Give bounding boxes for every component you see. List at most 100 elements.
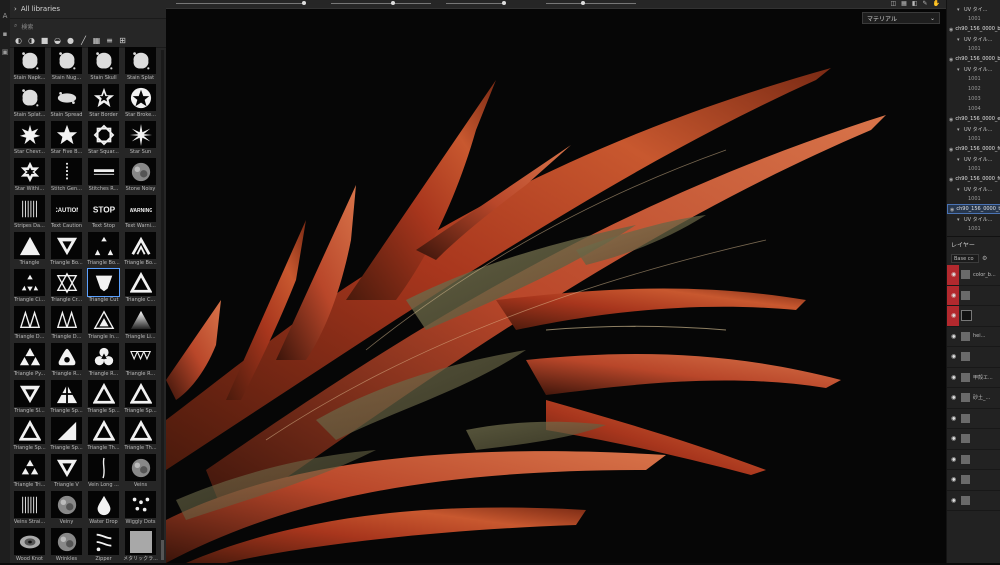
alpha-icon[interactable]: ◐: [14, 36, 23, 45]
shelf-item[interactable]: Veiny: [51, 491, 82, 528]
uv-tile-item[interactable]: 1004: [947, 104, 1000, 114]
chevron-down-icon[interactable]: ▾: [957, 127, 962, 133]
shelf-item[interactable]: Zipper: [88, 528, 119, 565]
viewport-mode-dropdown[interactable]: マテリアル ⌄: [862, 12, 940, 24]
chevron-down-icon[interactable]: ▾: [957, 187, 962, 193]
eye-icon[interactable]: ◉: [951, 312, 958, 319]
uv-tile-item[interactable]: 1001: [947, 74, 1000, 84]
uv-tile-group[interactable]: ▾ UV タイル...: [947, 124, 1000, 134]
text-icon[interactable]: ≡: [105, 36, 114, 45]
uv-tile-marker[interactable]: [961, 17, 966, 22]
texture-set-item[interactable]: ◉ch90_156_0000_fu...: [947, 174, 1000, 184]
camera-icon[interactable]: ◫: [890, 0, 896, 8]
shelf-search[interactable]: ⌕ 検索: [10, 19, 166, 33]
shelf-item[interactable]: Star Squar...: [88, 121, 119, 158]
brush-stroke-slider[interactable]: [546, 1, 636, 5]
shelf-scrollbar[interactable]: [161, 50, 164, 560]
shelf-item[interactable]: Triangle Cut: [87, 268, 120, 306]
uv-tile-group[interactable]: ▾ UV タイル...: [947, 214, 1000, 224]
search-input[interactable]: 検索: [21, 22, 33, 31]
eye-icon[interactable]: ◉: [949, 147, 953, 153]
uv-tile-item[interactable]: 1001: [947, 44, 1000, 54]
uv-tile-group[interactable]: ▾ UV タイル...: [947, 34, 1000, 44]
shelf-item[interactable]: Veins Strai...: [14, 491, 45, 528]
chevron-down-icon[interactable]: ▾: [957, 67, 962, 73]
uv-tile-item[interactable]: 1003: [947, 94, 1000, 104]
shelf-header[interactable]: › All libraries: [10, 0, 166, 19]
shelf-item[interactable]: Triangle: [14, 232, 45, 269]
eye-icon[interactable]: ◉: [951, 456, 958, 463]
texture-set-item[interactable]: ◉ch90_156_0000_ey...: [947, 114, 1000, 124]
uv-tile-marker[interactable]: [961, 77, 966, 82]
layer-row[interactable]: ◉ color_b...: [947, 265, 1000, 286]
uv-tile-marker[interactable]: [961, 167, 966, 172]
chevron-down-icon[interactable]: ▾: [957, 217, 962, 223]
uv-tile-group[interactable]: ▾ UV タイル...: [947, 64, 1000, 74]
shelf-item[interactable]: Stitch Gen...: [51, 158, 82, 195]
shelf-item[interactable]: Stain Spread: [51, 84, 82, 121]
chevron-down-icon[interactable]: ▾: [957, 37, 962, 43]
uv-tile-item[interactable]: 1001: [947, 164, 1000, 174]
texture-set-item[interactable]: ◉ch90_156_0000_fu...: [947, 144, 1000, 154]
shelf-item[interactable]: Star Broke...: [125, 84, 156, 121]
layer-row[interactable]: ◉ hei...: [947, 327, 1000, 347]
shelf-item[interactable]: Star Chevr...: [14, 121, 45, 158]
more-grid-icon[interactable]: ⊞: [118, 36, 127, 45]
pen-icon[interactable]: ✎: [922, 0, 927, 8]
shelf-item[interactable]: Triangle C...: [125, 269, 156, 306]
eye-icon[interactable]: ◉: [950, 207, 954, 213]
uv-tile-marker[interactable]: [961, 197, 966, 202]
eye-icon[interactable]: ◉: [951, 435, 958, 442]
layer-row[interactable]: ◉ 甲殻エ...: [947, 368, 1000, 388]
shelf-item[interactable]: Triangle Bo...: [124, 232, 157, 269]
texture-set-item[interactable]: ◉ch90_156_0000_bo...: [947, 54, 1000, 64]
shelf-item[interactable]: Triangle V: [51, 454, 82, 491]
eye-icon[interactable]: ◉: [951, 476, 958, 483]
layer-row[interactable]: ◉: [947, 285, 1000, 306]
3d-viewport[interactable]: [166, 0, 946, 563]
sphere-icon[interactable]: ●: [66, 36, 75, 45]
shelf-item[interactable]: Triangle Sp...: [50, 380, 83, 417]
eye-icon[interactable]: ◉: [951, 333, 958, 340]
layer-row[interactable]: ◉: [947, 409, 1000, 429]
uv-tile-marker[interactable]: [961, 107, 966, 112]
shelf-item[interactable]: Triangle Sp...: [13, 417, 46, 454]
layer-row[interactable]: ◉: [947, 306, 1000, 327]
shelf-item[interactable]: Stain Napk...: [14, 47, 46, 84]
shelf-item[interactable]: Triangle D...: [14, 306, 45, 343]
layer-row[interactable]: ◉: [947, 491, 1000, 511]
shelf-item[interactable]: Triangle In...: [88, 306, 119, 343]
shelf-item[interactable]: Triangle Sl...: [14, 380, 45, 417]
eye-icon[interactable]: ◉: [949, 27, 953, 33]
shelf-item[interactable]: Triangle Ci...: [14, 269, 45, 306]
eye-icon[interactable]: ◉: [951, 374, 958, 381]
shelf-item[interactable]: Veins: [125, 454, 156, 491]
hand-icon[interactable]: ✋: [933, 0, 940, 8]
shelf-item[interactable]: Triangle R...: [51, 343, 82, 380]
layer-row[interactable]: ◉: [947, 450, 1000, 470]
shelf-item[interactable]: Triangle Bo...: [50, 232, 83, 269]
chevron-right-icon[interactable]: ›: [14, 5, 17, 13]
shelf-item[interactable]: Star Withi...: [14, 158, 45, 195]
shelf-item[interactable]: WARNING Text Warni...: [125, 195, 156, 232]
shelf-item[interactable]: Water Drop: [88, 491, 119, 528]
eye-icon[interactable]: ◉: [949, 177, 953, 183]
layer-row[interactable]: ◉: [947, 429, 1000, 450]
shelf-item[interactable]: Vein Long ...: [88, 454, 119, 491]
shelf-item[interactable]: Triangle Li...: [125, 306, 156, 343]
shelf-item[interactable]: Wood Knot: [14, 528, 45, 565]
shelf-item[interactable]: Triangle Sp...: [87, 380, 120, 417]
shelf-item[interactable]: Triangle Bo...: [87, 232, 120, 269]
eraser-tool-icon[interactable]: ▪: [1, 30, 9, 38]
uv-tile-marker[interactable]: [961, 97, 966, 102]
layer-tool-icon[interactable]: ▣: [1, 48, 9, 56]
shelf-item[interactable]: CAUTION Text Caution: [51, 195, 82, 232]
uv-tile-item[interactable]: 1001: [947, 134, 1000, 144]
scrollbar-thumb[interactable]: [161, 540, 164, 560]
chevron-down-icon[interactable]: ▾: [957, 7, 962, 13]
shelf-item[interactable]: Stain Skull: [88, 47, 119, 84]
eye-icon[interactable]: ◉: [951, 271, 958, 278]
shelf-item[interactable]: Triangle R...: [88, 343, 119, 380]
shelf-item[interactable]: Star Five B...: [51, 121, 82, 158]
eye-icon[interactable]: ◉: [949, 57, 953, 63]
